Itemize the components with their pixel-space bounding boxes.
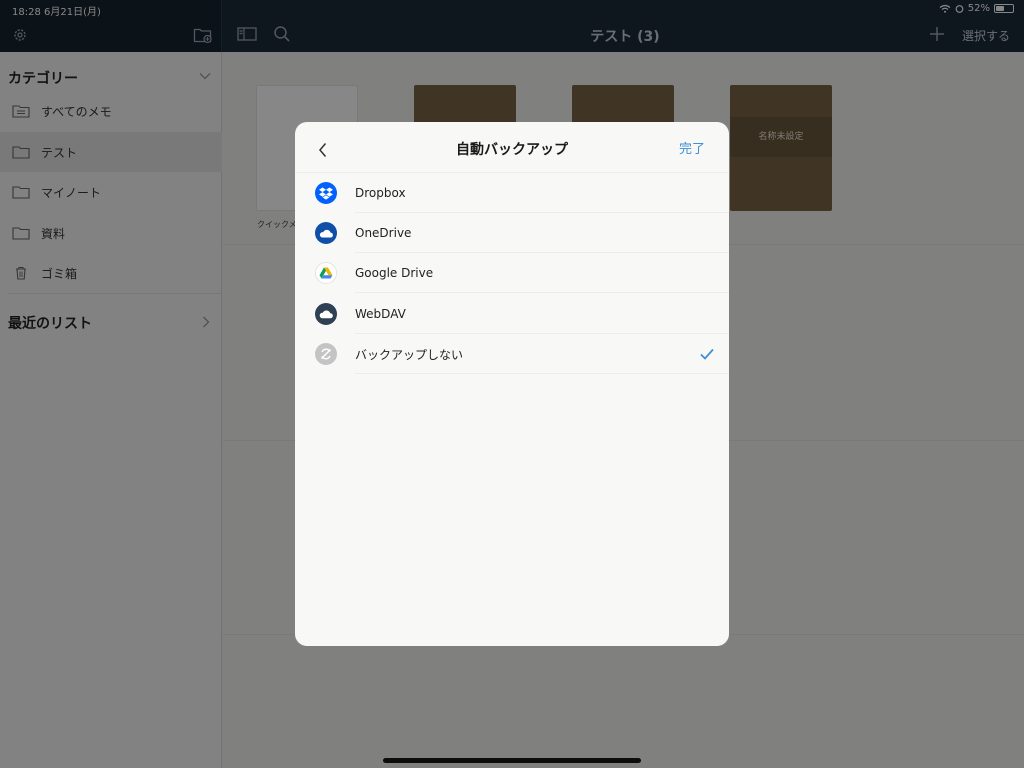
backup-option-onedrive[interactable]: OneDrive	[295, 213, 729, 253]
dialog-title: 自動バックアップ	[456, 142, 568, 158]
row-divider	[355, 292, 729, 293]
backup-option-google-drive[interactable]: Google Drive	[295, 253, 729, 293]
checkmark-icon	[700, 348, 714, 360]
row-divider	[355, 373, 729, 374]
home-indicator[interactable]	[383, 758, 641, 763]
backup-option-name: Google Drive	[355, 266, 434, 280]
backup-option-name: OneDrive	[355, 226, 412, 240]
no-backup-icon	[315, 343, 337, 365]
backup-option-webdav[interactable]: WebDAV	[295, 294, 729, 334]
auto-backup-dialog: 自動バックアップ 完了 Dropbox OneDrive Google Driv…	[295, 122, 729, 646]
webdav-icon	[315, 303, 337, 325]
backup-option-name: WebDAV	[355, 307, 406, 321]
google-drive-icon	[315, 262, 337, 284]
done-button[interactable]: 完了	[679, 138, 705, 157]
backup-option-name: バックアップしない	[355, 347, 464, 362]
backup-option-name: Dropbox	[355, 186, 406, 200]
backup-option-none[interactable]: バックアップしない	[295, 334, 729, 374]
dropbox-icon	[315, 182, 337, 204]
backup-option-dropbox[interactable]: Dropbox	[295, 173, 729, 213]
onedrive-icon	[315, 222, 337, 244]
